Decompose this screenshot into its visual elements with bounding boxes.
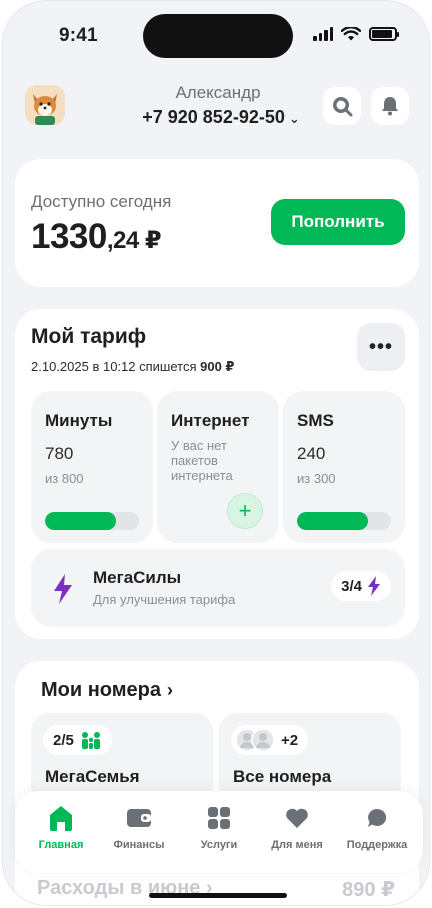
phone-number: +7 920 852-92-50 (142, 107, 285, 127)
balance-label: Доступно сегодня (31, 192, 172, 211)
balance-fraction: ,24 ₽ (106, 227, 162, 254)
search-button[interactable] (323, 87, 361, 125)
wallet-icon (127, 809, 151, 827)
balance-integer: 1330 (31, 217, 107, 256)
add-internet-button[interactable]: + (227, 493, 263, 529)
megasily-row[interactable]: МегаСилы Для улучшения тарифа 3/4 (31, 549, 405, 627)
home-indicator (149, 893, 287, 898)
minutes-progress-bar (45, 512, 139, 530)
tab-support[interactable]: Поддержка (337, 803, 417, 851)
all-numbers-tile[interactable]: +2 Все номера (219, 713, 401, 803)
internet-note: У вас нет пакетов интернета (171, 438, 233, 483)
tab-finance-label: Финансы (113, 839, 165, 851)
signal-icon (313, 27, 333, 41)
family-icon (81, 732, 100, 749)
sms-value: 240 (297, 444, 326, 463)
megasily-subtitle: Для улучшения тарифа (93, 592, 236, 607)
balance-amount: 1330,24 ₽ (31, 217, 162, 257)
status-icons (313, 27, 399, 41)
phone-number-selector[interactable]: +7 920 852-92-50 ⌄ (121, 107, 321, 128)
battery-icon (369, 27, 399, 41)
tab-home[interactable]: Главная (21, 803, 101, 851)
minutes-value: 780 (45, 444, 74, 463)
family-count-pill: 2/5 (43, 725, 112, 755)
chevron-down-icon: ⌄ (288, 111, 300, 126)
tab-services[interactable]: Услуги (179, 803, 259, 851)
numbers-extra-count: +2 (281, 731, 299, 749)
tab-for-me[interactable]: Для меня (257, 803, 337, 851)
sms-title: SMS (297, 411, 334, 430)
all-numbers-title: Все номера (233, 767, 332, 786)
grid-icon (208, 807, 230, 829)
dynamic-island (143, 14, 293, 58)
more-dots-icon: ••• (368, 335, 393, 358)
home-icon (50, 806, 72, 831)
heart-icon (286, 808, 308, 828)
bottom-tab-bar: Главная Финансы Услуги Для меня Поддержк… (15, 791, 423, 873)
minutes-title: Минуты (45, 411, 113, 430)
tab-services-label: Услуги (200, 839, 238, 851)
megasemya-tile[interactable]: 2/5 МегаСемья (31, 713, 213, 803)
internet-title: Интернет (171, 411, 250, 430)
search-icon (333, 97, 353, 117)
lightning-small-icon (368, 576, 380, 596)
sms-progress-bar (297, 512, 391, 530)
my-numbers-link[interactable]: Мои номера › (41, 679, 173, 702)
tab-home-label: Главная (38, 839, 84, 851)
avatar[interactable] (25, 85, 65, 125)
user-name: Александр (175, 83, 261, 102)
tariff-charge-info: 2.10.2025 в 10:12 спишется 900 ₽ (31, 359, 234, 375)
family-count: 2/5 (53, 731, 74, 749)
megasily-count: 3/4 (341, 577, 362, 595)
chat-bubble-icon (368, 808, 387, 827)
minutes-tile[interactable]: Минуты 780 из 800 (31, 391, 153, 543)
notifications-button[interactable] (371, 87, 409, 125)
charge-amount: 900 ₽ (200, 359, 235, 374)
charge-date: 2.10.2025 в 10:12 спишется (31, 359, 197, 374)
megasily-title: МегаСилы (93, 568, 182, 587)
internet-tile[interactable]: Интернет У вас нет пакетов интернета + (157, 391, 279, 543)
megasemya-title: МегаСемья (45, 767, 140, 786)
tab-finance[interactable]: Финансы (99, 803, 179, 851)
numbers-avatars-pill: +2 (231, 725, 309, 755)
wifi-icon (341, 27, 361, 41)
tariff-title: Мой тариф (31, 325, 147, 348)
lightning-icon (54, 574, 72, 604)
chevron-right-icon: › (167, 680, 174, 700)
minutes-total: из 800 (45, 471, 84, 486)
balance-card: Доступно сегодня 1330,24 ₽ Пополнить (15, 159, 419, 287)
sms-tile[interactable]: SMS 240 из 300 (283, 391, 405, 543)
tariff-card: Мой тариф 2.10.2025 в 10:12 спишется 900… (15, 309, 419, 639)
my-numbers-title: Мои номера (41, 679, 162, 701)
topup-button[interactable]: Пополнить (271, 199, 405, 245)
expenses-value: 890 ₽ (342, 879, 395, 901)
user-avatars-icon (235, 728, 275, 752)
phone-screen: 9:41 Александр +7 920 852-92-50 ⌄ Доступ… (2, 0, 430, 906)
sms-total: из 300 (297, 471, 336, 486)
tariff-more-button[interactable]: ••• (357, 323, 405, 371)
status-time: 9:41 (59, 25, 98, 46)
tab-support-label: Поддержка (346, 839, 408, 851)
bell-icon (382, 97, 398, 116)
megasily-count-badge: 3/4 (331, 571, 391, 601)
tab-for-me-label: Для меня (271, 839, 323, 851)
